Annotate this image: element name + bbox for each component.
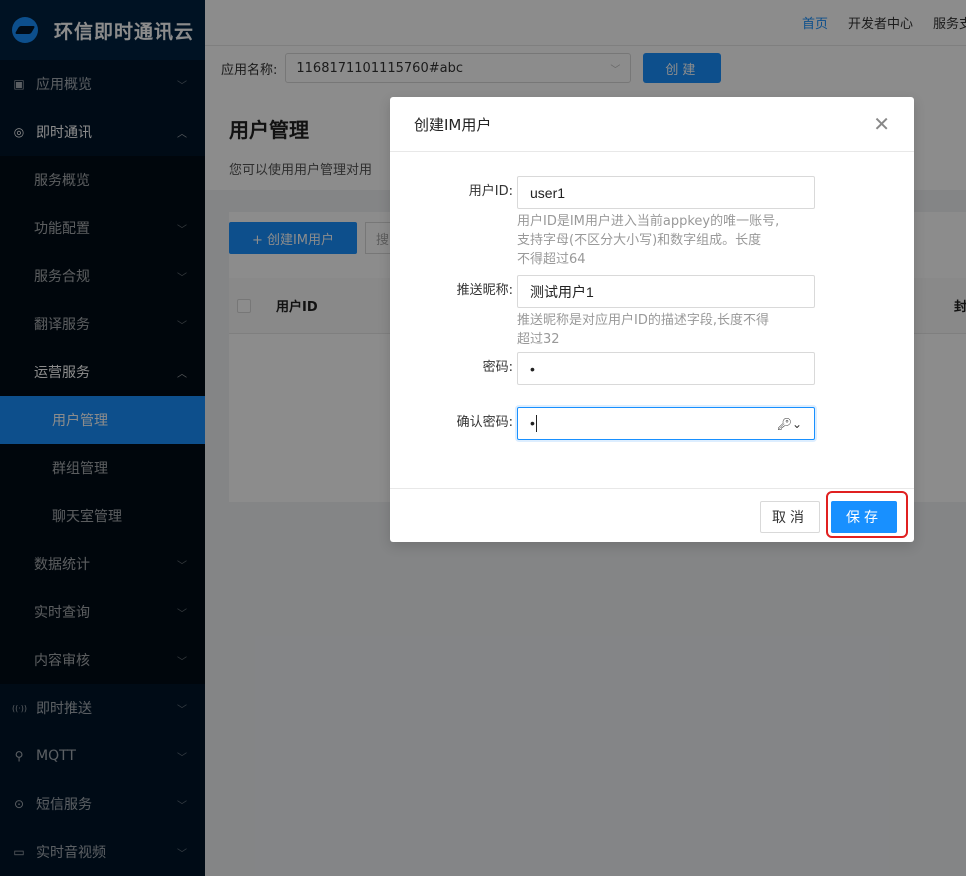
form-row-password: 密码: • <box>390 352 914 385</box>
user-id-label: 用户ID: <box>468 184 513 199</box>
user-id-hint: 用户ID是IM用户进入当前appkey的唯一账号, 支持字母(不区分大小写)和数… <box>517 212 815 269</box>
key-icon[interactable]: 🔑︎⌄ <box>777 417 802 431</box>
form-row-nickname: 推送昵称: 测试用户1 推送昵称是对应用户ID的描述字段,长度不得 超过32 <box>390 275 914 349</box>
nickname-value: 测试用户1 <box>530 283 594 300</box>
password-value: • <box>530 360 535 377</box>
user-id-value: user1 <box>530 184 566 201</box>
close-icon[interactable]: ✕ <box>873 112 890 136</box>
cancel-button[interactable]: 取消 <box>760 501 820 533</box>
text-caret <box>535 415 537 433</box>
user-id-hint-line: 支持字母(不区分大小写)和数字组成。长度 <box>517 233 762 248</box>
confirm-password-input[interactable]: • 🔑︎⌄ <box>517 407 815 440</box>
nickname-hint-line: 推送昵称是对应用户ID的描述字段,长度不得 <box>517 313 769 328</box>
nickname-label: 推送昵称: <box>456 283 513 298</box>
create-user-modal: 创建IM用户 ✕ 用户ID: user1 用户ID是IM用户进入当前appkey… <box>390 97 914 542</box>
nickname-input[interactable]: 测试用户1 <box>517 275 815 308</box>
user-id-hint-line: 不得超过64 <box>517 252 586 267</box>
user-id-hint-line: 用户ID是IM用户进入当前appkey的唯一账号, <box>517 214 780 229</box>
form-row-confirm-password: 确认密码: • 🔑︎⌄ <box>390 407 914 440</box>
nickname-hint-line: 超过32 <box>517 332 560 347</box>
user-id-input[interactable]: user1 <box>517 176 815 209</box>
password-input[interactable]: • <box>517 352 815 385</box>
confirm-password-value-wrap: • <box>530 415 537 433</box>
confirm-password-label: 确认密码: <box>456 415 513 430</box>
modal-title: 创建IM用户 <box>414 115 492 134</box>
nickname-hint: 推送昵称是对应用户ID的描述字段,长度不得 超过32 <box>517 311 815 349</box>
save-button-highlight <box>826 491 908 538</box>
form-row-user-id: 用户ID: user1 用户ID是IM用户进入当前appkey的唯一账号, 支持… <box>390 176 914 269</box>
password-label: 密码: <box>482 360 513 375</box>
confirm-password-value: • <box>530 414 535 431</box>
modal-header: 创建IM用户 ✕ <box>390 97 914 152</box>
